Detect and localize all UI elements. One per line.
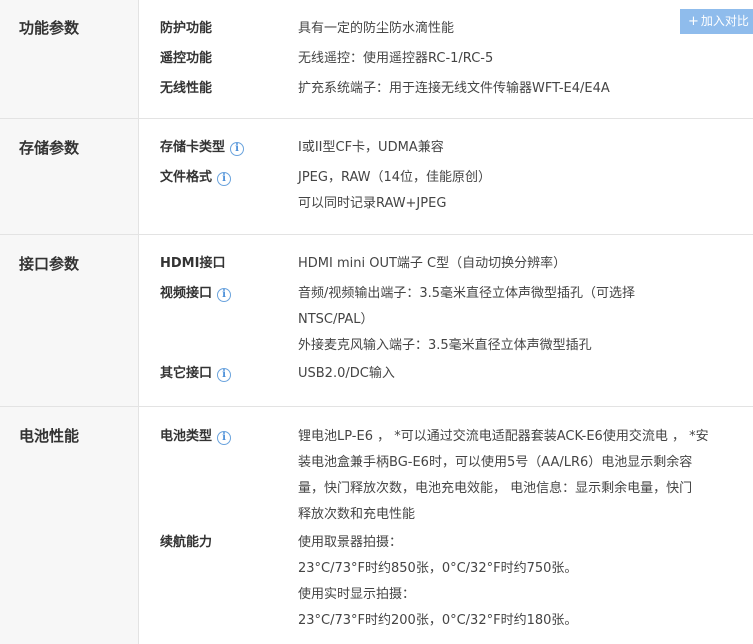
spec-value-line: 23°C/73°F时约200张，0°C/32°F时约180张。 bbox=[298, 613, 578, 628]
spec-value-line: 使用取景器拍摄： bbox=[298, 535, 403, 550]
info-icon[interactable]: i bbox=[217, 431, 232, 445]
spec-value-line: USB2.0/DC输入 bbox=[298, 366, 395, 381]
spec-value: 无线遥控：使用遥控器RC-1/RC-5 bbox=[298, 44, 503, 72]
spec-value-line: 音频/视频输出端子：3.5毫米直径立体声微型插孔（可选择 bbox=[298, 286, 636, 301]
spec-value-line: I或II型CF卡，UDMA兼容 bbox=[298, 140, 444, 155]
spec-value-line: NTSC/PAL） bbox=[298, 312, 374, 327]
spec-value: 具有一定的防尘防水滴性能 bbox=[298, 14, 464, 42]
spec-value: JPEG，RAW（14位，佳能原创） 可以同时记录RAW+JPEG bbox=[298, 163, 501, 217]
spec-row-battery-type: 电池类型 i 锂电池LP-E6 ， *可以通过交流电适配器套装ACK-E6使用交流… bbox=[160, 422, 753, 528]
spec-panel: 功能参数 防护功能 具有一定的防尘防水滴性能 遥控功能 无线遥控：使用遥控器RC… bbox=[0, 0, 753, 644]
spec-label: 文件格式 bbox=[160, 170, 213, 185]
spec-label: 遥控功能 bbox=[160, 51, 213, 66]
info-icon[interactable]: i bbox=[217, 172, 232, 186]
spec-label: 视频接口 bbox=[160, 286, 213, 301]
section-battery-params: 电池性能 电池类型 i 锂电池LP-E6 ， *可以通过交流电适配器套装ACK-E… bbox=[0, 407, 753, 644]
spec-label: HDMI接口 bbox=[160, 256, 226, 271]
add-to-compare-label: 加入对比 bbox=[700, 14, 749, 28]
spec-label-wrap: 文件格式 i bbox=[160, 163, 298, 193]
spec-value: HDMI mini OUT端子 C型（自动切换分辨率） bbox=[298, 249, 576, 277]
spec-value: 音频/视频输出端子：3.5毫米直径立体声微型插孔（可选择 NTSC/PAL） 外… bbox=[298, 279, 645, 359]
spec-value-line: 无线遥控：使用遥控器RC-1/RC-5 bbox=[298, 51, 494, 66]
spec-value: USB2.0/DC输入 bbox=[298, 359, 405, 387]
info-icon[interactable]: i bbox=[217, 288, 232, 302]
spec-label: 防护功能 bbox=[160, 21, 213, 36]
spec-row-remote: 遥控功能 无线遥控：使用遥控器RC-1/RC-5 bbox=[160, 44, 753, 74]
spec-row-video: 视频接口 i 音频/视频输出端子：3.5毫米直径立体声微型插孔（可选择 NTSC/… bbox=[160, 279, 753, 359]
spec-value: I或II型CF卡，UDMA兼容 bbox=[298, 133, 454, 161]
section-body: HDMI接口 HDMI mini OUT端子 C型（自动切换分辨率） 视频接口 i… bbox=[139, 235, 753, 406]
spec-value: 使用取景器拍摄： 23°C/73°F时约850张，0°C/32°F时约750张。… bbox=[298, 528, 587, 634]
section-body: 存储卡类型 i I或II型CF卡，UDMA兼容 文件格式 i JPEG，RAW（14… bbox=[139, 119, 753, 234]
spec-value-line: 使用实时显示拍摄： bbox=[298, 587, 416, 602]
spec-value-line: HDMI mini OUT端子 C型（自动切换分辨率） bbox=[298, 256, 567, 271]
spec-label: 存储卡类型 bbox=[160, 140, 226, 155]
spec-value-line: 量，快门释放次数，电池充电效能， 电池信息：显示剩余电量，快门 bbox=[298, 481, 693, 496]
spec-label-wrap: 电池类型 i bbox=[160, 422, 298, 452]
section-interface-params: 接口参数 HDMI接口 HDMI mini OUT端子 C型（自动切换分辨率） … bbox=[0, 235, 753, 407]
spec-value: 锂电池LP-E6 ， *可以通过交流电适配器套装ACK-E6使用交流电 ， *安… bbox=[298, 422, 719, 528]
plus-icon: + bbox=[688, 14, 699, 29]
section-title: 接口参数 bbox=[0, 235, 139, 406]
spec-row-hdmi: HDMI接口 HDMI mini OUT端子 C型（自动切换分辨率） bbox=[160, 249, 753, 279]
spec-row-card-type: 存储卡类型 i I或II型CF卡，UDMA兼容 bbox=[160, 133, 753, 163]
section-title: 存储参数 bbox=[0, 119, 139, 234]
section-function-params: 功能参数 防护功能 具有一定的防尘防水滴性能 遥控功能 无线遥控：使用遥控器RC… bbox=[0, 0, 753, 119]
spec-value-line: 可以同时记录RAW+JPEG bbox=[298, 196, 447, 211]
spec-value-line: 扩充系统端子：用于连接无线文件传输器WFT-E4/E4A bbox=[298, 81, 610, 96]
section-body: 防护功能 具有一定的防尘防水滴性能 遥控功能 无线遥控：使用遥控器RC-1/RC… bbox=[139, 0, 753, 118]
spec-value-line: 23°C/73°F时约850张，0°C/32°F时约750张。 bbox=[298, 561, 578, 576]
spec-label-wrap: 视频接口 i bbox=[160, 279, 298, 309]
spec-row-wireless: 无线性能 扩充系统端子：用于连接无线文件传输器WFT-E4/E4A bbox=[160, 74, 753, 104]
section-body: 电池类型 i 锂电池LP-E6 ， *可以通过交流电适配器套装ACK-E6使用交流… bbox=[139, 407, 753, 644]
spec-value-line: JPEG，RAW（14位，佳能原创） bbox=[298, 170, 492, 185]
section-storage-params: 存储参数 存储卡类型 i I或II型CF卡，UDMA兼容 文件格式 i JPEG，R… bbox=[0, 119, 753, 235]
spec-value-line: 锂电池LP-E6 ， *可以通过交流电适配器套装ACK-E6使用交流电 ， *安 bbox=[298, 429, 709, 444]
spec-label: 续航能力 bbox=[160, 535, 213, 550]
info-icon[interactable]: i bbox=[230, 142, 245, 156]
add-to-compare-button[interactable]: + 加入对比 bbox=[680, 9, 753, 34]
spec-label: 电池类型 bbox=[160, 429, 213, 444]
spec-value-line: 外接麦克风输入端子：3.5毫米直径立体声微型插孔 bbox=[298, 338, 592, 353]
spec-value-line: 装电池盒兼手柄BG-E6时，可以使用5号（AA/LR6）电池显示剩余容 bbox=[298, 455, 693, 470]
spec-value: 扩充系统端子：用于连接无线文件传输器WFT-E4/E4A bbox=[298, 74, 620, 102]
spec-label: 无线性能 bbox=[160, 81, 213, 96]
spec-label-wrap: 其它接口 i bbox=[160, 359, 298, 389]
section-title: 电池性能 bbox=[0, 407, 139, 644]
spec-label-wrap: 存储卡类型 i bbox=[160, 133, 298, 163]
section-title: 功能参数 bbox=[0, 0, 139, 118]
spec-row-other-ports: 其它接口 i USB2.0/DC输入 bbox=[160, 359, 753, 389]
spec-row-protection: 防护功能 具有一定的防尘防水滴性能 bbox=[160, 14, 753, 44]
spec-label: 其它接口 bbox=[160, 366, 213, 381]
spec-row-file-format: 文件格式 i JPEG，RAW（14位，佳能原创） 可以同时记录RAW+JPEG bbox=[160, 163, 753, 217]
spec-value-line: 释放次数和充电性能 bbox=[298, 507, 416, 522]
spec-row-battery-life: 续航能力 使用取景器拍摄： 23°C/73°F时约850张，0°C/32°F时约… bbox=[160, 528, 753, 634]
spec-value-line: 具有一定的防尘防水滴性能 bbox=[298, 21, 455, 36]
info-icon[interactable]: i bbox=[217, 368, 232, 382]
